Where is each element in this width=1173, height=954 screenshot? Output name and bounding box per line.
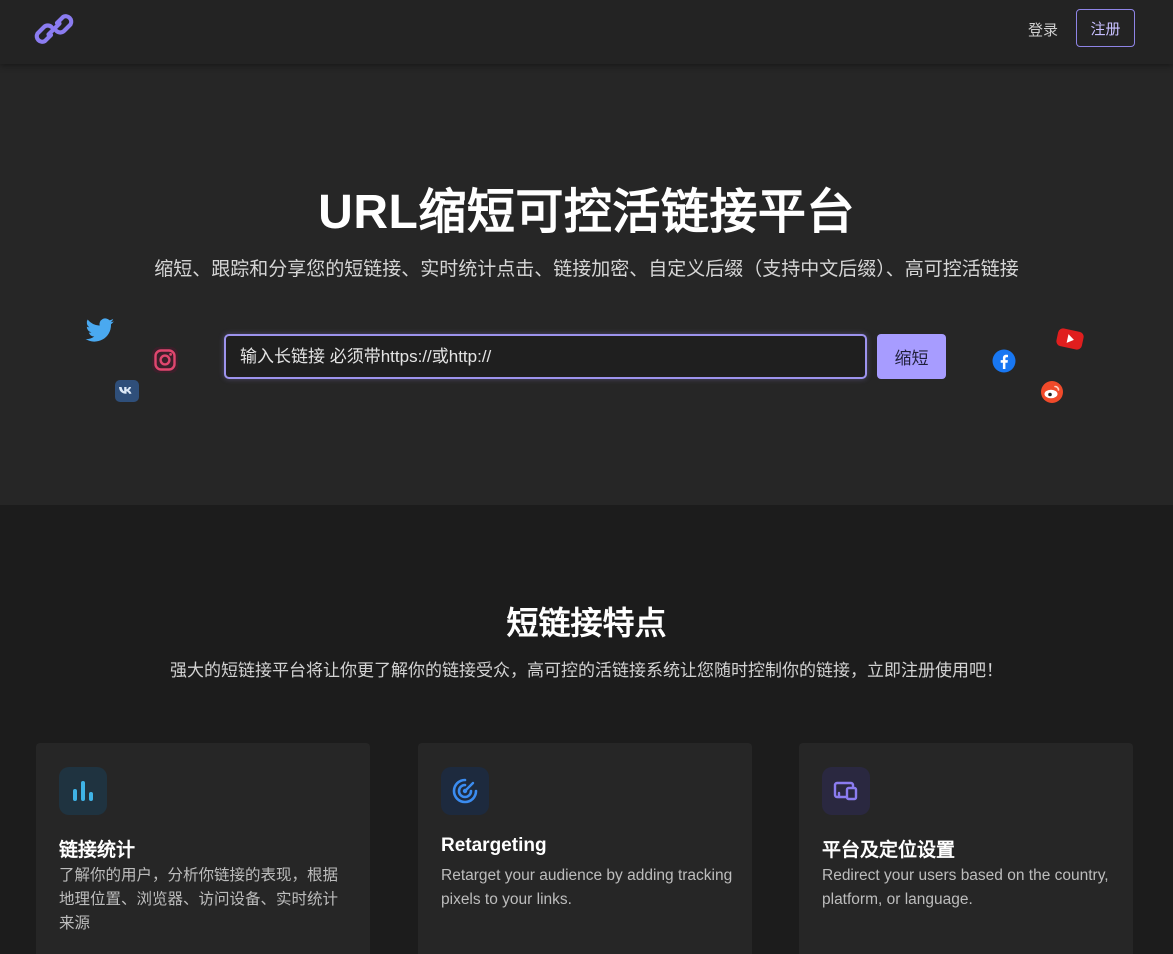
feature-description: Redirect your users based on the country… xyxy=(822,867,1109,908)
feature-description: Retarget your audience by adding trackin… xyxy=(441,867,733,908)
hero-title: URL缩短可控活链接平台 xyxy=(318,186,855,239)
devices-icon xyxy=(822,767,870,815)
bar-chart-icon xyxy=(59,767,107,815)
target-icon xyxy=(441,767,489,815)
vk-icon xyxy=(115,380,139,402)
features-title: 短链接特点 xyxy=(506,605,667,641)
top-navbar: 登录 注册 xyxy=(0,0,1173,64)
hero-subtitle: 缩短、跟踪和分享您的短链接、实时统计点击、链接加密、自定义后缀（支持中文后缀）、… xyxy=(154,259,1019,280)
feature-title: Retargeting xyxy=(441,835,547,856)
shorten-button[interactable]: 缩短 xyxy=(877,334,946,379)
instagram-icon xyxy=(151,346,179,374)
twitter-icon xyxy=(84,317,116,345)
feature-card-retargeting: Retargeting Retarget your audience by ad… xyxy=(418,743,752,954)
feature-card-analytics: 链接统计 了解你的用户，分析你链接的表现，根据地理位置、浏览器、访问设备、实时统… xyxy=(36,743,370,954)
youtube-icon xyxy=(1055,326,1085,352)
hero-section: URL缩短可控活链接平台 缩短、跟踪和分享您的短链接、实时统计点击、链接加密、自… xyxy=(0,64,1173,505)
chain-link-icon[interactable] xyxy=(33,8,75,50)
register-button[interactable]: 注册 xyxy=(1076,9,1135,47)
features-subtitle: 强大的短链接平台将让你更了解你的链接受众，高可控的活链接系统让您随时控制你的链接… xyxy=(170,661,1003,680)
facebook-icon xyxy=(992,349,1016,373)
login-link[interactable]: 登录 xyxy=(1028,19,1058,40)
feature-card-targeting: 平台及定位设置 Redirect your users based on the… xyxy=(799,743,1133,954)
long-url-input[interactable] xyxy=(224,334,867,379)
feature-title: 平台及定位设置 xyxy=(822,840,956,861)
feature-title: 链接统计 xyxy=(59,840,136,861)
weibo-icon xyxy=(1040,380,1064,404)
feature-description: 了解你的用户，分析你链接的表现，根据地理位置、浏览器、访问设备、实时统计来源 xyxy=(59,867,339,932)
